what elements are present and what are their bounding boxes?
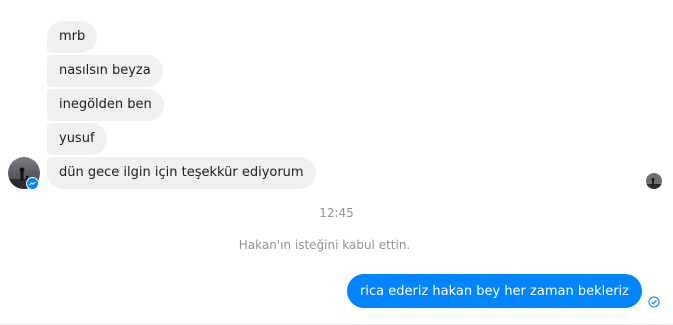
incoming-message-bubble[interactable]: yusuf [47, 123, 107, 155]
message-text: mrb [59, 29, 86, 44]
message-text: dün gece ilgin için teşekkür ediyorum [59, 165, 304, 180]
incoming-message-bubble[interactable]: dün gece ilgin için teşekkür ediyorum [47, 157, 316, 189]
message-text: inegölden ben [59, 97, 152, 112]
read-receipt-avatar [646, 173, 662, 189]
message-text: yusuf [59, 131, 95, 146]
incoming-message-bubble[interactable]: nasılsın beyza [47, 55, 163, 87]
message-text: rica ederiz hakan bey her zaman bekleriz [360, 283, 629, 299]
message-timestamp: 12:45 [319, 206, 354, 220]
messenger-icon [26, 177, 39, 190]
sent-check-icon [648, 293, 660, 308]
incoming-message-bubble[interactable]: inegölden ben [47, 89, 164, 121]
message-text: nasılsın beyza [59, 63, 151, 78]
incoming-message-bubble[interactable]: mrb [47, 21, 98, 53]
outgoing-message-bubble[interactable]: rica ederiz hakan bey her zaman bekleriz [347, 274, 642, 308]
system-message: Hakan'ın isteğini kabul ettin. [238, 238, 411, 252]
